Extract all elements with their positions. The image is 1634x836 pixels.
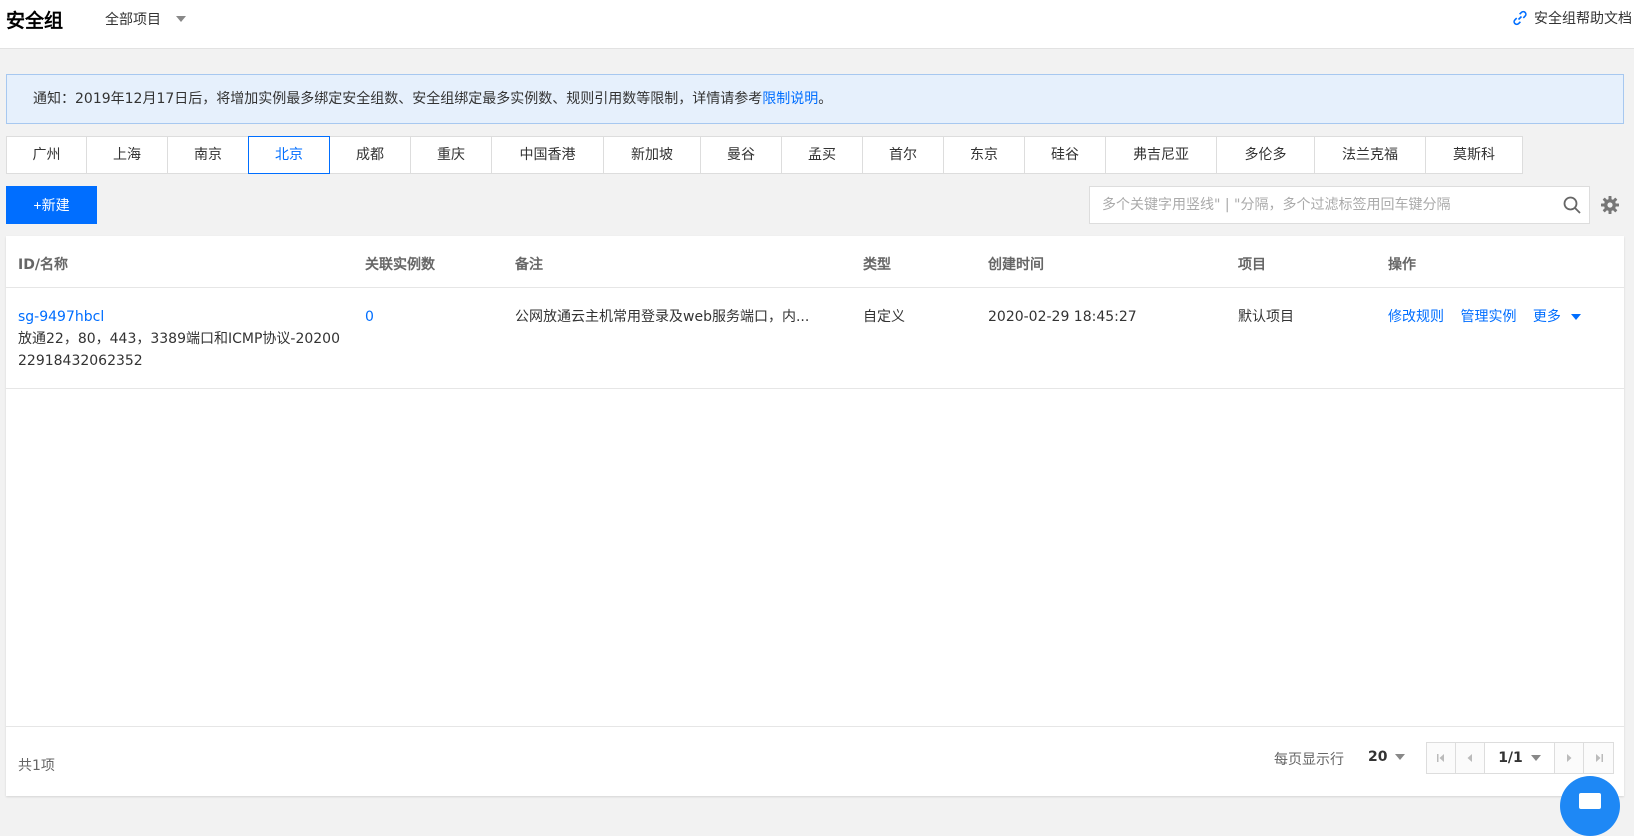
tab-region-nanjing[interactable]: 南京 (167, 136, 249, 174)
pagination: 1/1 (1426, 742, 1614, 774)
project-select[interactable]: 全部项目 (105, 9, 186, 29)
search-icon[interactable] (1555, 188, 1589, 222)
tab-region-hongkong[interactable]: 中国香港 (491, 136, 604, 174)
page-indicator-select[interactable]: 1/1 (1485, 743, 1555, 773)
notice-text: 通知：2019年12月17日后，将增加实例最多绑定安全组数、安全组绑定最多实例数… (33, 91, 763, 107)
project-select-label: 全部项目 (105, 12, 161, 28)
help-doc-link[interactable]: 安全组帮助文档 (1511, 8, 1632, 28)
page-size-value: 20 (1368, 749, 1388, 765)
top-bar: 安全组 全部项目 安全组帮助文档 (0, 0, 1634, 49)
column-header-remark: 备注 (515, 257, 543, 273)
page-size-select[interactable]: 20 (1368, 749, 1406, 765)
tab-region-shanghai[interactable]: 上海 (86, 136, 168, 174)
type-cell: 自定义 (863, 309, 905, 325)
table-footer: 共1项 每页显示行 20 1/1 (6, 726, 1624, 796)
prev-page-icon (1467, 754, 1472, 762)
created-time-cell: 2020-02-29 18:45:27 (988, 309, 1137, 325)
notice-limit-link[interactable]: 限制说明 (762, 91, 818, 107)
new-security-group-button[interactable]: +新建 (6, 186, 97, 224)
column-header-actions: 操作 (1388, 257, 1416, 273)
security-group-table: ID/名称 关联实例数 备注 类型 创建时间 项目 操作 sg-9497hbcl… (6, 236, 1624, 796)
column-header-project: 项目 (1238, 257, 1266, 273)
total-count: 共1项 (18, 758, 55, 774)
column-header-instances: 关联实例数 (365, 257, 435, 273)
tab-region-beijing[interactable]: 北京 (248, 136, 330, 174)
tab-region-mumbai[interactable]: 孟买 (781, 136, 863, 174)
chat-icon (1579, 793, 1601, 809)
page-title: 安全组 (6, 10, 64, 32)
table-header: ID/名称 关联实例数 备注 类型 创建时间 项目 操作 (6, 236, 1624, 288)
notice-suffix: 。 (818, 91, 833, 107)
tab-region-guangzhou[interactable]: 广州 (6, 136, 87, 174)
page-indicator: 1/1 (1498, 750, 1523, 766)
tab-region-virginia[interactable]: 弗吉尼亚 (1105, 136, 1217, 174)
edit-rules-link[interactable]: 修改规则 (1388, 309, 1444, 325)
more-actions-label: 更多 (1532, 309, 1561, 325)
tab-region-toronto[interactable]: 多伦多 (1216, 136, 1315, 174)
search-input[interactable] (1090, 188, 1555, 222)
instance-count-link[interactable]: 0 (365, 306, 374, 328)
page-size-label: 每页显示行 (1274, 752, 1344, 768)
link-icon (1513, 10, 1527, 26)
tab-region-silicon-valley[interactable]: 硅谷 (1024, 136, 1106, 174)
last-page-button[interactable] (1584, 743, 1613, 773)
manage-instances-link[interactable]: 管理实例 (1460, 309, 1516, 325)
column-header-created: 创建时间 (988, 257, 1044, 273)
chevron-down-icon (176, 16, 186, 22)
chevron-down-icon (1530, 755, 1541, 761)
security-group-name: 放通22，80，443，3389端口和ICMP协议-20200229184320… (18, 331, 340, 369)
notice-banner: 通知：2019年12月17日后，将增加实例最多绑定安全组数、安全组绑定最多实例数… (6, 74, 1624, 124)
tab-region-chongqing[interactable]: 重庆 (410, 136, 492, 174)
remark-cell: 公网放通云主机常用登录及web服务端口，内... (515, 309, 810, 325)
tab-region-chengdu[interactable]: 成都 (329, 136, 411, 174)
actions-cell: 修改规则 管理实例 更多 (1388, 306, 1581, 328)
column-header-type: 类型 (863, 257, 891, 273)
floating-chat-button[interactable] (1560, 776, 1620, 836)
first-page-button[interactable] (1427, 743, 1456, 773)
first-page-icon (1437, 754, 1444, 762)
search-box (1089, 186, 1590, 224)
project-cell: 默认项目 (1238, 309, 1294, 325)
chevron-down-icon (1395, 754, 1406, 760)
tab-region-tokyo[interactable]: 东京 (943, 136, 1025, 174)
tab-region-frankfurt[interactable]: 法兰克福 (1314, 136, 1426, 174)
chevron-down-icon (1570, 314, 1581, 320)
id-name-cell: sg-9497hbcl 放通22，80，443，3389端口和ICMP协议-20… (18, 306, 348, 372)
column-header-id-name: ID/名称 (18, 257, 68, 273)
region-tabs: 广州 上海 南京 北京 成都 重庆 中国香港 新加坡 曼谷 孟买 首尔 东京 硅… (6, 136, 1523, 174)
tab-region-bangkok[interactable]: 曼谷 (700, 136, 782, 174)
tab-region-singapore[interactable]: 新加坡 (603, 136, 701, 174)
more-actions-dropdown[interactable]: 更多 (1533, 306, 1581, 328)
table-row: sg-9497hbcl 放通22，80，443，3389端口和ICMP协议-20… (6, 288, 1624, 389)
last-page-icon (1595, 754, 1603, 762)
help-doc-label: 安全组帮助文档 (1534, 11, 1632, 27)
prev-page-button[interactable] (1456, 743, 1485, 773)
next-page-button[interactable] (1555, 743, 1584, 773)
next-page-icon (1567, 754, 1572, 762)
tab-region-seoul[interactable]: 首尔 (862, 136, 944, 174)
gear-icon[interactable] (1600, 195, 1620, 219)
security-group-id-link[interactable]: sg-9497hbcl (18, 306, 348, 328)
tab-region-moscow[interactable]: 莫斯科 (1425, 136, 1523, 174)
